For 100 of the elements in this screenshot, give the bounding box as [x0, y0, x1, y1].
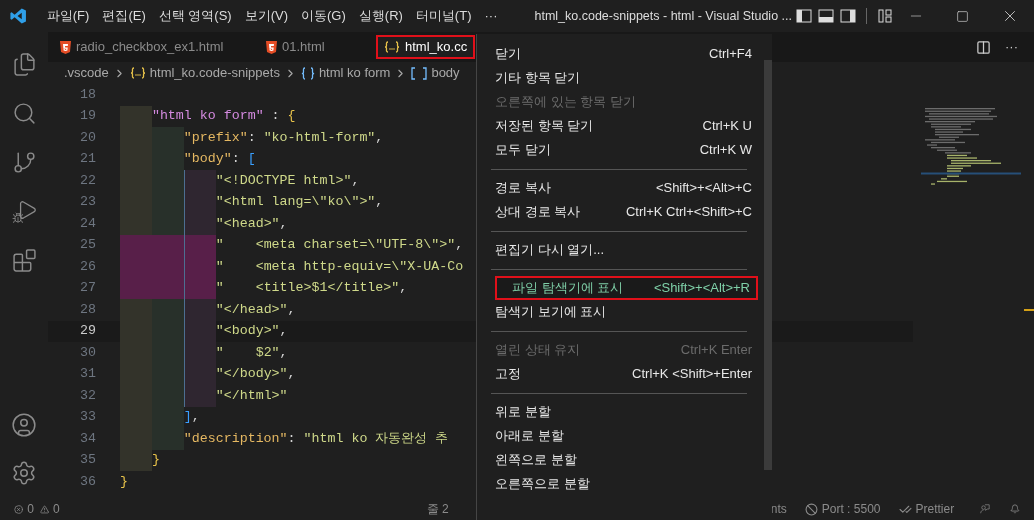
- menu-bar-item[interactable]: 이동(G): [295, 6, 352, 26]
- code-text: ],: [183, 408, 200, 427]
- minimap[interactable]: [921, 108, 1021, 188]
- menu-item[interactable]: 오른쪽으로 분할: [480, 472, 758, 496]
- menu-item[interactable]: 아래로 분할: [480, 424, 758, 448]
- error-icon[interactable]: [14, 502, 24, 516]
- line-number: 31: [79, 365, 96, 384]
- menu-bar-item[interactable]: 실행(R): [352, 6, 409, 26]
- menu-item[interactable]: 모두 닫기 Ctrl+K W: [480, 138, 758, 162]
- code-text: "<head>",: [215, 214, 288, 233]
- breadcrumb-item[interactable]: html_ko.code-snippets: [129, 63, 280, 83]
- code-text: " $2",: [215, 343, 288, 362]
- cursor-position[interactable]: 줄 2: [426, 500, 449, 518]
- run-debug-icon[interactable]: [11, 199, 37, 224]
- line-number: 35: [79, 451, 96, 470]
- breadcrumb-item[interactable]: html ko form: [300, 63, 391, 83]
- menu-item[interactable]: 탐색기 보기에 표시: [480, 300, 758, 324]
- feedback-icon[interactable]: [980, 502, 991, 516]
- notifications-icon[interactable]: [1010, 502, 1020, 516]
- warning-count[interactable]: 0: [53, 500, 60, 518]
- line-number: 27: [79, 279, 96, 298]
- code-text: " <title>$1</title>",: [215, 279, 408, 298]
- warning-icon[interactable]: [39, 502, 50, 516]
- search-icon[interactable]: [11, 101, 37, 126]
- code-text: "<!DOCTYPE html>",: [215, 171, 360, 190]
- line-number: 19: [79, 107, 96, 126]
- files-icon[interactable]: [11, 52, 37, 77]
- menu-scrollbar[interactable]: [764, 60, 772, 470]
- json-braces-icon: [384, 41, 400, 53]
- menu-item[interactable]: 고정 Ctrl+K <Shift>+Enter: [480, 362, 758, 386]
- line-number: 23: [79, 193, 96, 212]
- line-number: 33: [79, 408, 96, 427]
- menu-bar-item[interactable]: 선택 영역(S): [152, 6, 238, 26]
- editor-tab[interactable]: 01.html: [254, 32, 370, 62]
- line-number: 34: [79, 429, 96, 448]
- editor-tab[interactable]: radio_checkbox_ex1.html: [48, 32, 254, 62]
- menu-bar-item[interactable]: 보기(V): [238, 6, 295, 26]
- menu-item[interactable]: 파일 탐색기에 표시 <Shift>+<Alt>+R: [495, 276, 758, 300]
- line-number: 28: [79, 300, 96, 319]
- line-number: 29: [79, 322, 96, 341]
- json-braces-icon: [129, 67, 146, 79]
- line-number: 25: [79, 236, 96, 255]
- settings-icon[interactable]: [11, 460, 37, 486]
- code-text: "html ko form" : {: [151, 107, 296, 126]
- toggle-sidebar-icon[interactable]: [796, 8, 812, 24]
- line-number: 20: [79, 128, 96, 147]
- status-item[interactable]: Port : 5500: [804, 500, 881, 518]
- code-text: "</html>": [215, 386, 288, 405]
- line-number: 21: [79, 150, 96, 169]
- window-title: html_ko.code-snippets - html - Visual Studio ...: [534, 7, 792, 25]
- maximize-icon[interactable]: [956, 9, 969, 23]
- code-text: }: [120, 472, 128, 491]
- code-text: "<html lang=\"ko\">",: [215, 193, 384, 212]
- menu-item[interactable]: 닫기 Ctrl+F4: [480, 42, 758, 66]
- breadcrumb-item[interactable]: body: [411, 63, 460, 83]
- code-text: "</head>",: [215, 300, 296, 319]
- account-icon[interactable]: [11, 412, 37, 438]
- html-file-icon: [266, 40, 277, 54]
- menu-bar-item[interactable]: ···: [478, 6, 504, 26]
- source-control-icon[interactable]: [11, 150, 37, 175]
- split-editor-icon[interactable]: [976, 39, 991, 55]
- menu-item[interactable]: 편집기 다시 열기...: [480, 238, 758, 262]
- layout-icon[interactable]: [877, 8, 893, 24]
- editor-tab[interactable]: html_ko.cc: [376, 35, 476, 59]
- line-number: 32: [79, 386, 96, 405]
- code-text: "body": [: [183, 150, 256, 169]
- menu-item[interactable]: 위로 분할: [480, 400, 758, 424]
- code-text: " <meta http-equiv=\"X-UA-Co: [215, 257, 464, 276]
- status-item[interactable]: nts: [770, 500, 787, 518]
- menu-item[interactable]: 왼쪽으로 분할: [480, 448, 758, 472]
- code-text: "<body>",: [215, 322, 288, 341]
- code-text: " <meta charset=\"UTF-8\">",: [215, 236, 464, 255]
- menu-item[interactable]: 상대 경로 복사 Ctrl+K Ctrl+<Shift>+C: [480, 200, 758, 224]
- app-logo-icon: [10, 6, 27, 26]
- code-text: "description": "html ko 자동완성 추: [183, 429, 449, 448]
- line-number: 22: [79, 171, 96, 190]
- extensions-icon[interactable]: [11, 248, 37, 273]
- menu-bar-item[interactable]: 터미널(T): [409, 6, 478, 26]
- toggle-secondary-sidebar-icon[interactable]: [840, 8, 856, 24]
- line-number: 36: [79, 472, 96, 491]
- menu-item[interactable]: 경로 복사 <Shift>+<Alt>+C: [480, 176, 758, 200]
- menu-item[interactable]: 저장된 항목 닫기 Ctrl+K U: [480, 114, 758, 138]
- code-text: "</body>",: [215, 365, 296, 384]
- line-number: 30: [79, 343, 96, 362]
- port-icon: [804, 502, 818, 516]
- more-actions-button[interactable]: ···: [1005, 37, 1018, 57]
- status-item[interactable]: Prettier: [898, 500, 955, 518]
- brackets-icon: [411, 66, 428, 80]
- menu-item[interactable]: 기타 항목 닫기: [480, 66, 758, 90]
- code-text: }: [151, 451, 160, 470]
- menu-bar-item[interactable]: 파일(F): [40, 6, 96, 26]
- breadcrumb-item[interactable]: .vscode: [64, 63, 109, 83]
- html-file-icon: [60, 40, 71, 54]
- menu-bar-item[interactable]: 편집(E): [96, 6, 152, 26]
- error-count[interactable]: 0: [27, 500, 34, 518]
- line-number: 18: [79, 85, 96, 104]
- code-text: "prefix": "ko-html-form",: [183, 128, 384, 147]
- braces-icon: [300, 66, 315, 80]
- toggle-panel-icon[interactable]: [818, 8, 834, 24]
- line-number: 26: [79, 257, 96, 276]
